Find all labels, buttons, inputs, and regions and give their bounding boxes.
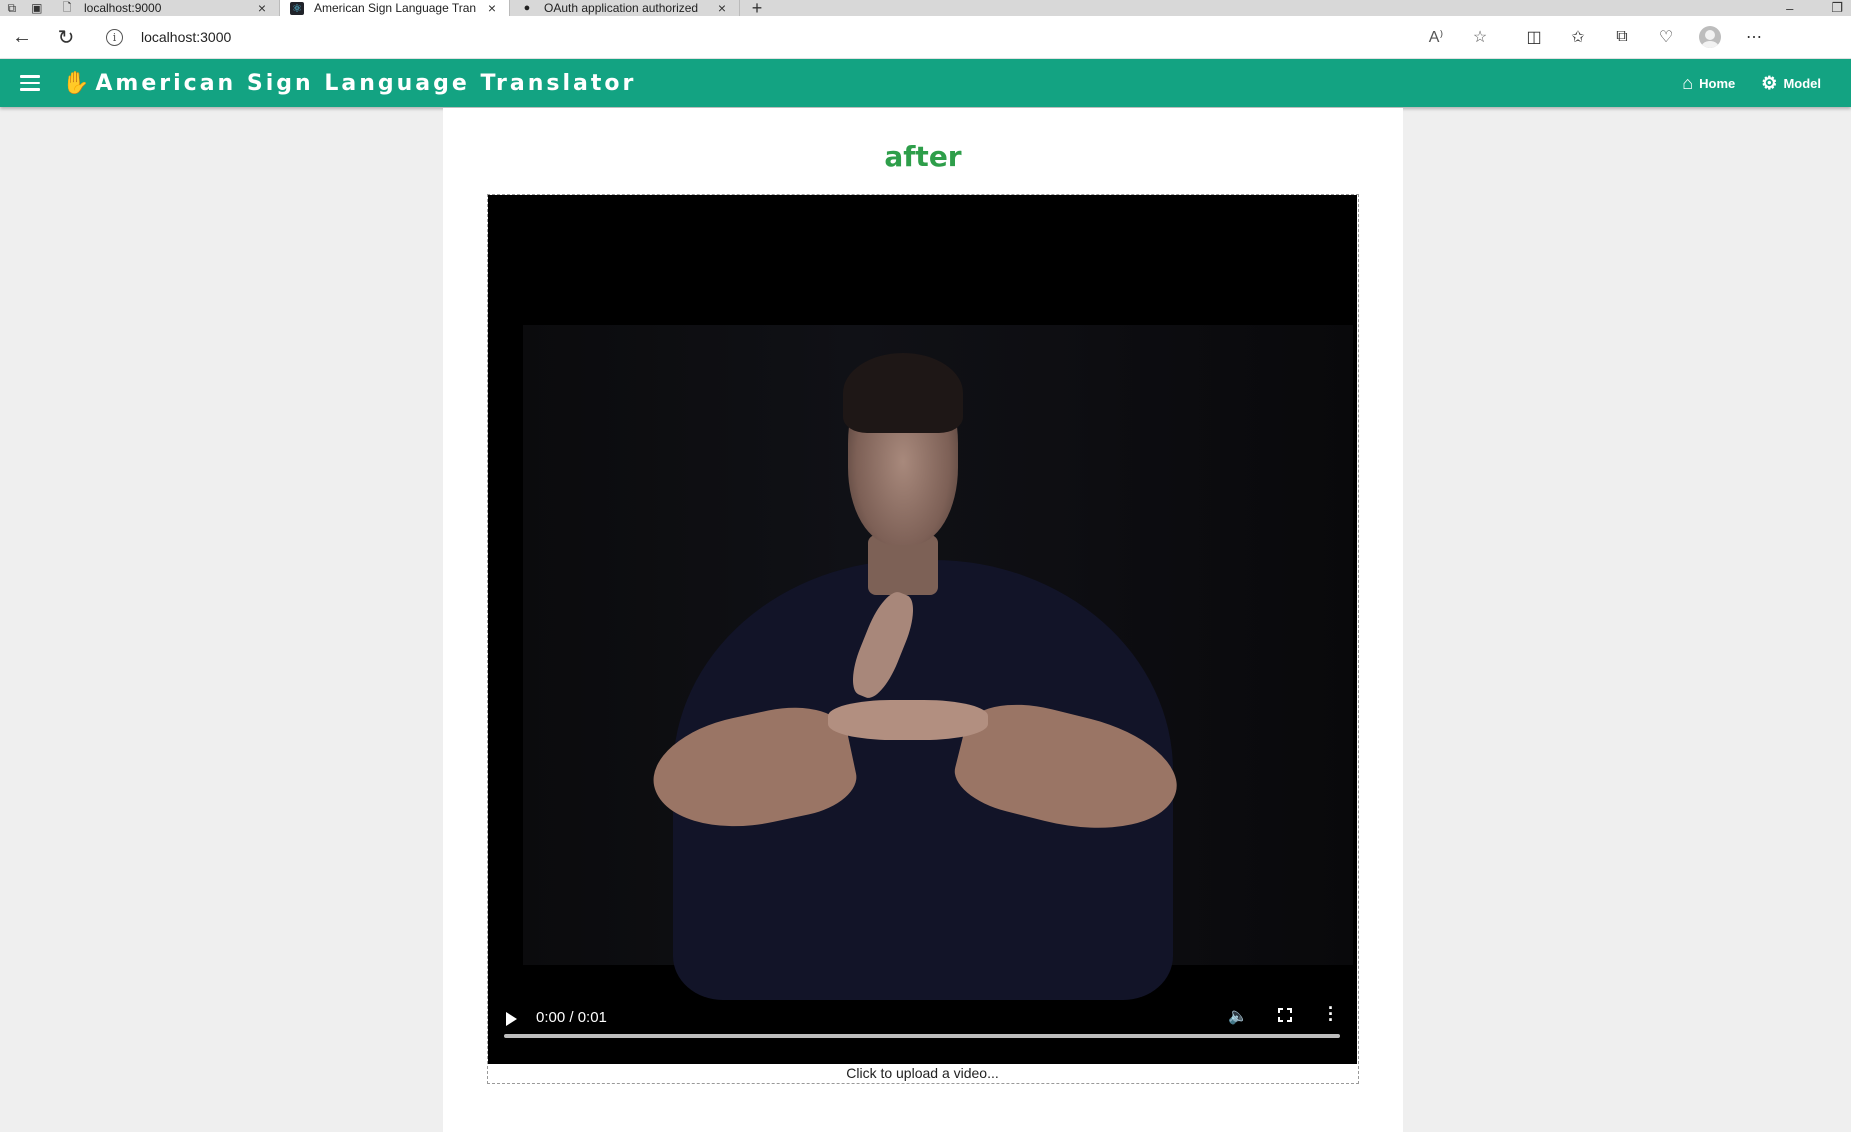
menu-icon[interactable] [20,75,40,91]
browser-essentials-icon[interactable]: ♡ [1644,27,1688,47]
close-icon[interactable]: × [255,0,269,16]
upload-prompt[interactable]: Click to upload a video... [488,1065,1357,1083]
tab-title: American Sign Language Tran [314,1,477,15]
tab-title: localhost:9000 [84,1,162,15]
browser-tab-oauth[interactable]: ● OAuth application authorized × [510,0,740,16]
restore-icon[interactable]: ❐ [1831,0,1843,16]
workspaces-icon[interactable]: ⧉ [8,1,17,16]
read-aloud-icon[interactable]: A⁾ [1414,27,1458,47]
new-tab-button[interactable]: + [740,0,774,18]
app-brand[interactable]: ✋ American Sign Language Translator [62,70,636,96]
video-controls: 0:00 / 0:01 🔈 · · · [488,995,1357,1064]
tab-actions-icon[interactable]: ▣ [31,1,42,15]
video-progress-bar[interactable] [504,1034,1340,1038]
nav-model-link[interactable]: ⚙ Model [1761,73,1821,94]
home-icon: ⌂ [1682,72,1694,93]
play-icon[interactable] [506,1012,517,1026]
reload-button[interactable]: ↻ [44,19,88,55]
browser-system-icons: ⧉ ▣ [0,0,50,16]
tab-title: OAuth application authorized [544,1,699,15]
hand-icon: ✋ [62,70,90,95]
browser-tab-strip: ⧉ ▣ 🗋 localhost:9000 × ⚛ American Sign L… [0,0,1851,18]
video-person-hands [828,700,988,740]
split-screen-icon[interactable]: ◫ [1512,27,1556,47]
menu-line [20,88,40,91]
back-button[interactable]: ← [0,19,44,55]
browser-tab-asl-translator[interactable]: ⚛ American Sign Language Tran × [280,0,510,16]
close-icon[interactable]: × [485,0,499,16]
window-controls: – ❐ [1786,0,1851,16]
model-icon: ⚙ [1761,72,1778,93]
github-icon: ● [523,2,531,14]
collections-icon[interactable]: ⧉ [1600,28,1644,46]
menu-line [20,81,40,85]
more-options-icon[interactable]: · · · [1326,999,1336,1029]
profile-avatar[interactable] [1699,26,1721,48]
close-icon[interactable]: × [715,0,729,16]
browser-toolbar-icons: ◫ ✩ ⧉ ♡ ⋯ [1512,26,1776,48]
favorites-icon[interactable]: ✩ [1556,27,1600,47]
favorite-star-icon[interactable]: ☆ [1458,27,1502,47]
video-upload-area[interactable]: 0:00 / 0:01 🔈 · · · Click to upload a vide… [487,194,1359,1084]
video-time-display: 0:00 / 0:01 [536,1009,607,1026]
address-url[interactable]: localhost:3000 [141,29,1414,45]
menu-line [20,75,40,78]
browser-toolbar: ← ↻ i localhost:3000 A⁾ ☆ ◫ ✩ ⧉ ♡ ⋯ [0,16,1851,59]
nav-home-link[interactable]: ⌂ Home [1682,73,1735,94]
react-icon: ⚛ [290,1,304,15]
page-icon: 🗋 [62,1,72,14]
browser-tab-localhost-9000[interactable]: 🗋 localhost:9000 × [50,0,280,16]
page-title: after [884,140,962,173]
minimize-icon[interactable]: – [1786,1,1793,16]
nav-model-label: Model [1783,75,1821,91]
fullscreen-icon[interactable] [1277,1007,1293,1023]
volume-icon[interactable]: 🔈 [1228,1006,1248,1026]
app-nav: ⌂ Home ⚙ Model [1682,73,1821,94]
nav-home-label: Home [1699,75,1736,91]
app-title: American Sign Language Translator [95,70,637,96]
app-header: ✋ American Sign Language Translator ⌂ Ho… [0,59,1851,107]
video-person-hair [843,353,963,433]
more-menu-icon[interactable]: ⋯ [1732,27,1776,47]
site-info-icon[interactable]: i [106,28,123,46]
main-card: after 0:00 / 0:01 🔈 · · · Click to uploa… [443,108,1403,1132]
video-player[interactable]: 0:00 / 0:01 🔈 · · · [488,195,1357,1064]
address-bar[interactable]: i localhost:3000 A⁾ ☆ [92,21,1502,53]
